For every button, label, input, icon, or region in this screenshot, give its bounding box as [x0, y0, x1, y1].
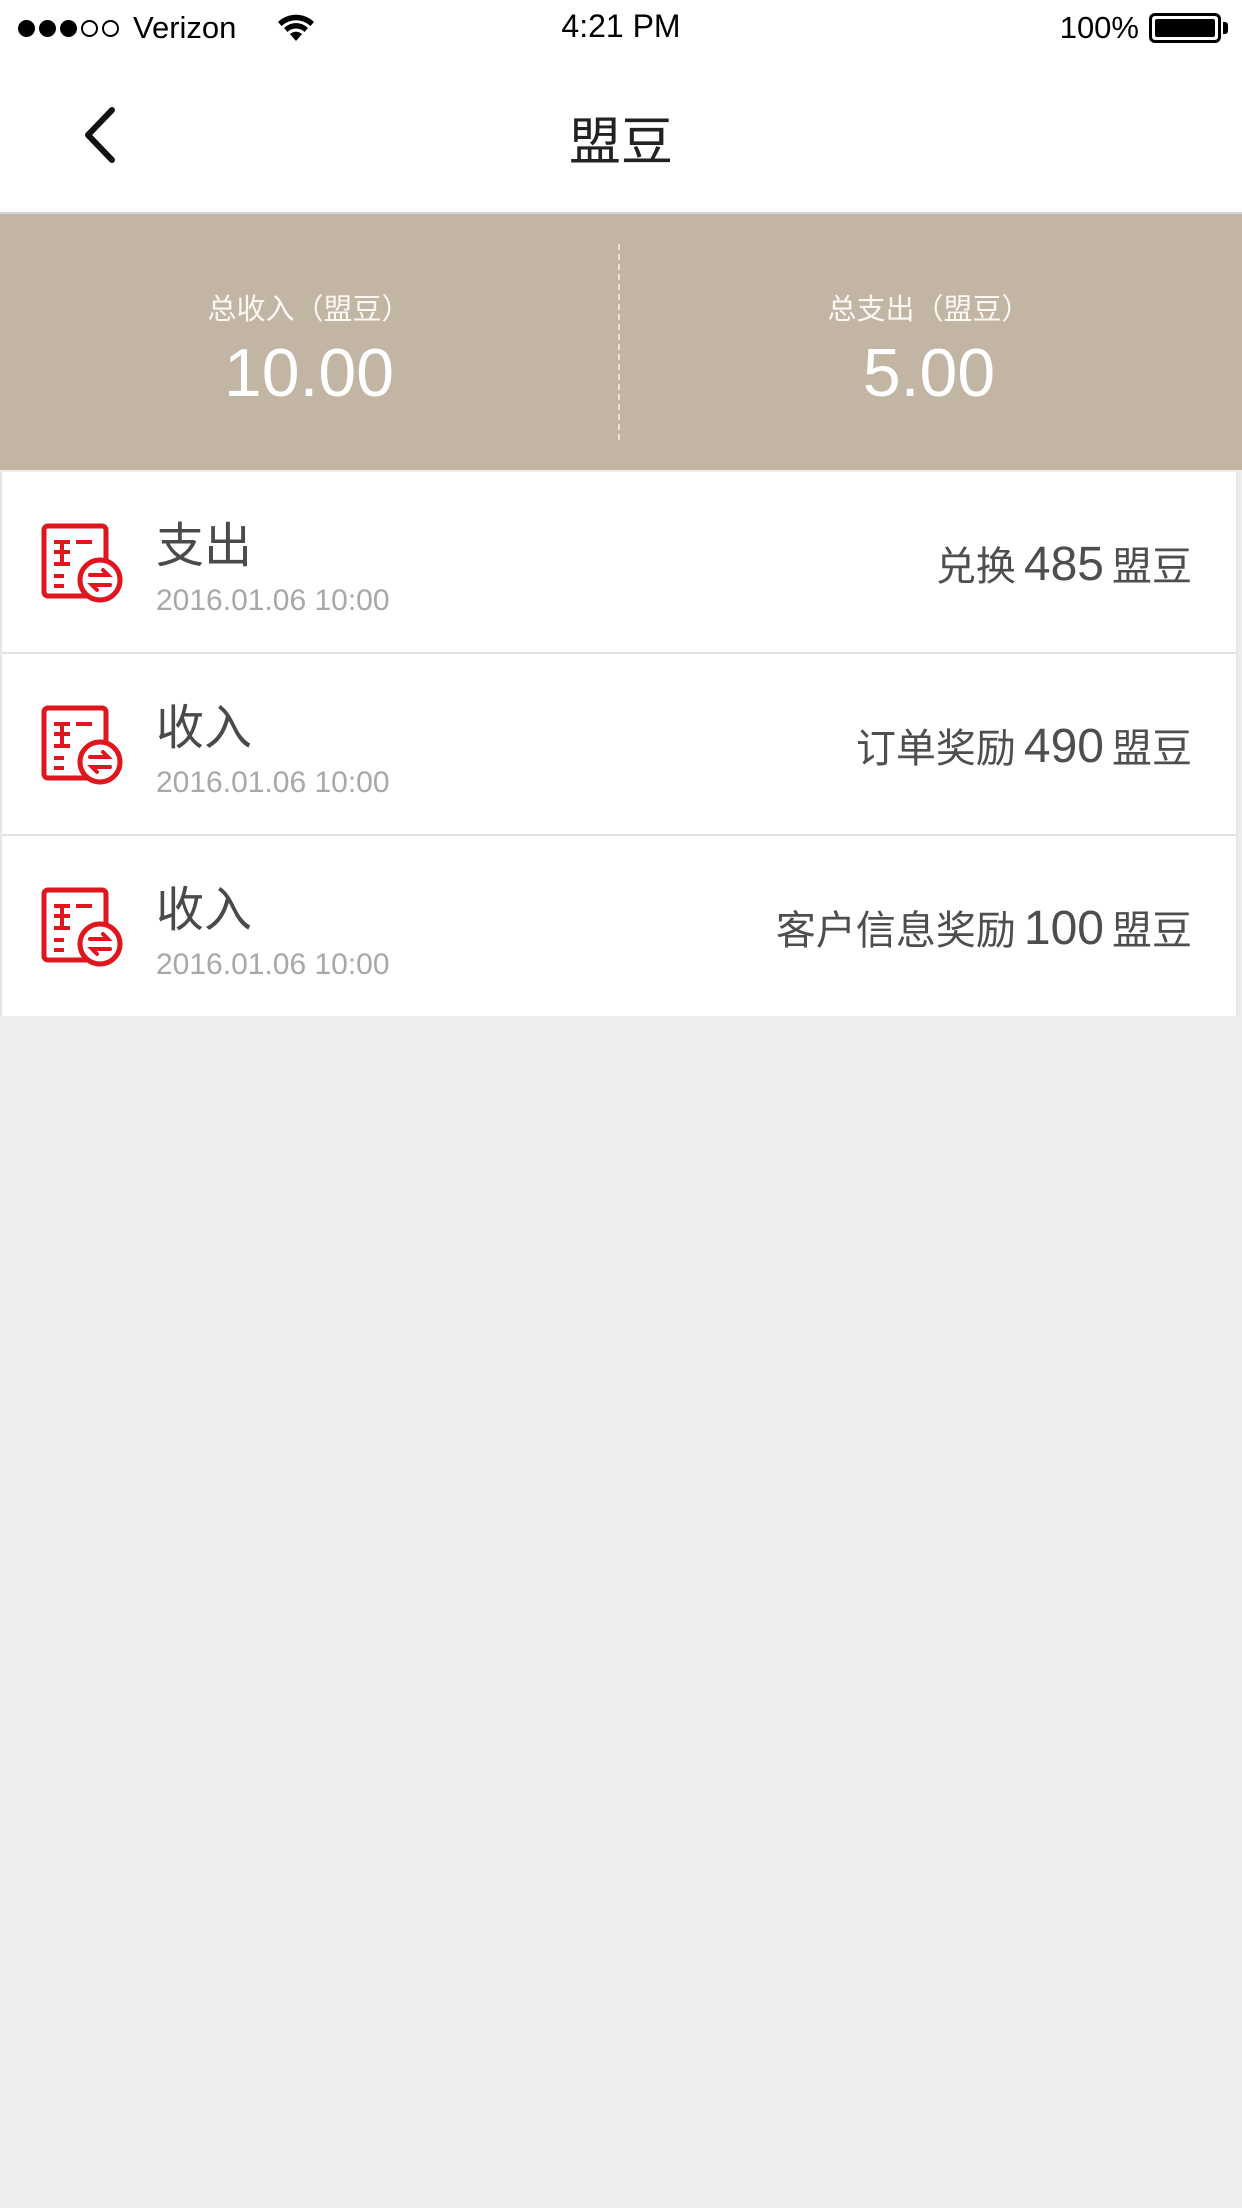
transaction-row[interactable]: 收入 2016.01.06 10:00 订单奖励 490 盟豆 [2, 654, 1236, 836]
transaction-amount-value: 100 [1023, 902, 1104, 955]
status-time: 4:21 PM [561, 8, 681, 44]
nav-bar: 盟豆 [0, 56, 1242, 214]
transaction-amount: 客户信息奖励 100 盟豆 [776, 898, 1192, 956]
summary-panel: 总收入（盟豆） 10.00 总支出（盟豆） 5.00 [0, 214, 1242, 470]
transaction-date: 2016.01.06 10:00 [156, 584, 390, 617]
page-title: 盟豆 [568, 113, 673, 173]
transaction-list: 支出 2016.01.06 10:00 兑换 485 盟豆 收入 2016.01.0… [0, 472, 1238, 1016]
transaction-amount-value: 490 [1023, 720, 1104, 773]
income-summary: 总收入（盟豆） 10.00 [0, 214, 618, 470]
expense-value: 5.00 [862, 335, 996, 411]
transaction-desc: 客户信息奖励 [775, 908, 1016, 954]
transaction-type: 收入 [156, 882, 253, 938]
expense-label: 总支出（盟豆） [827, 292, 1031, 326]
transaction-type: 支出 [156, 518, 253, 574]
transaction-date: 2016.01.06 10:00 [156, 948, 390, 981]
bill-exchange-icon [41, 705, 123, 785]
transaction-amount-value: 485 [1023, 538, 1104, 591]
transaction-row[interactable]: 收入 2016.01.06 10:00 客户信息奖励 100 盟豆 [2, 836, 1236, 1016]
transaction-desc: 订单奖励 [855, 726, 1016, 772]
transaction-date: 2016.01.06 10:00 [156, 766, 390, 799]
transaction-type: 收入 [156, 700, 253, 756]
transaction-amount: 兑换 485 盟豆 [936, 534, 1192, 592]
battery-cap [1223, 22, 1228, 34]
bill-exchange-icon [41, 887, 123, 967]
status-bar: Verizon 4:21 PM 100% [0, 0, 1242, 56]
status-right: 100% [1060, 10, 1228, 46]
transaction-unit: 盟豆 [1112, 544, 1192, 590]
transaction-desc: 兑换 [935, 544, 1016, 590]
battery-icon [1149, 13, 1221, 43]
expense-summary: 总支出（盟豆） 5.00 [620, 214, 1238, 470]
transaction-unit: 盟豆 [1112, 726, 1192, 772]
income-value: 10.00 [223, 335, 395, 411]
income-label: 总收入（盟豆） [207, 292, 411, 326]
battery-percent: 100% [1059, 10, 1139, 45]
transaction-amount: 订单奖励 490 盟豆 [856, 716, 1192, 774]
transaction-unit: 盟豆 [1112, 908, 1192, 954]
transaction-row[interactable]: 支出 2016.01.06 10:00 兑换 485 盟豆 [2, 472, 1236, 654]
bill-exchange-icon [41, 523, 123, 603]
